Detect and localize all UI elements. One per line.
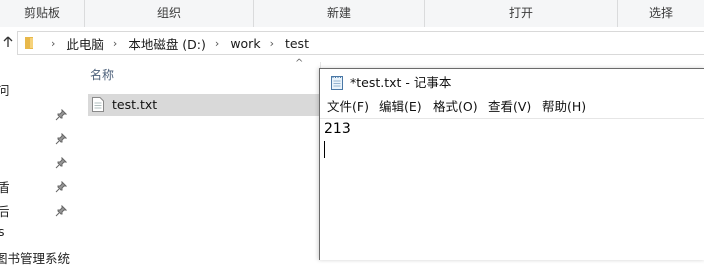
pin-icon[interactable] <box>55 181 67 193</box>
menu-format[interactable]: 格式(O) <box>433 96 478 118</box>
chevron-right-icon[interactable]: › <box>261 37 285 50</box>
breadcrumb-local-disk[interactable]: 本地磁盘 (D:) <box>128 34 206 53</box>
breadcrumb-work[interactable]: work <box>230 36 260 51</box>
folder-icon <box>25 37 33 49</box>
notepad-icon <box>331 76 343 90</box>
pin-icon[interactable] <box>55 157 67 169</box>
address-row: › 此电脑 › 本地磁盘 (D:) › work › test <box>0 27 704 58</box>
file-row[interactable]: test.txt <box>88 94 324 116</box>
notepad-title: *test.txt - 记事本 <box>350 75 452 90</box>
pin-icon[interactable] <box>55 133 67 145</box>
chevron-right-icon[interactable]: › <box>42 37 66 50</box>
text-file-icon <box>92 97 104 112</box>
breadcrumb-this-pc[interactable]: 此电脑 <box>66 34 104 53</box>
notepad-content: 213 <box>324 121 351 137</box>
pin-icon[interactable] <box>55 205 67 217</box>
nav-item[interactable]: 盾 <box>0 177 10 196</box>
column-header-name[interactable]: 名称 <box>90 66 114 83</box>
nav-item[interactable]: 后 <box>0 201 10 220</box>
text-caret <box>324 141 325 158</box>
chevron-right-icon[interactable]: › <box>206 37 230 50</box>
menu-file[interactable]: 文件(F) <box>327 96 369 118</box>
menu-help[interactable]: 帮助(H) <box>542 96 586 118</box>
nav-item[interactable]: s <box>0 224 5 239</box>
notepad-title-bar[interactable]: *test.txt - 记事本 <box>320 69 704 96</box>
sort-up-icon[interactable]: ^ <box>295 58 303 69</box>
ribbon-group-clipboard[interactable]: 剪贴板 <box>0 0 85 27</box>
ribbon-group-open[interactable]: 打开 <box>425 0 618 27</box>
menu-edit[interactable]: 编辑(E) <box>379 96 422 118</box>
navigation-pane: 问 盾 后 s 图书管理系统 <box>0 58 76 266</box>
up-arrow-icon[interactable] <box>0 27 16 58</box>
ribbon-group-organize[interactable]: 组织 <box>85 0 254 27</box>
notepad-text-area[interactable]: 213 <box>320 119 704 260</box>
notepad-window: *test.txt - 记事本 文件(F) 编辑(E) 格式(O) 查看(V) … <box>319 68 704 260</box>
ribbon-group-select[interactable]: 选择 <box>618 0 704 27</box>
breadcrumb-test[interactable]: test <box>285 36 309 51</box>
nav-item[interactable]: 问 <box>0 80 10 99</box>
menu-view[interactable]: 查看(V) <box>488 96 531 118</box>
ribbon: 剪贴板 组织 新建 打开 选择 <box>0 0 704 28</box>
file-name: test.txt <box>112 97 158 112</box>
pin-icon[interactable] <box>55 109 67 121</box>
nav-item[interactable]: 图书管理系统 <box>0 248 70 267</box>
notepad-menu-bar: 文件(F) 编辑(E) 格式(O) 查看(V) 帮助(H) <box>320 96 704 118</box>
chevron-right-icon[interactable]: › <box>104 37 128 50</box>
address-bar[interactable]: › 此电脑 › 本地磁盘 (D:) › work › test <box>17 31 704 55</box>
ribbon-group-new[interactable]: 新建 <box>254 0 425 27</box>
